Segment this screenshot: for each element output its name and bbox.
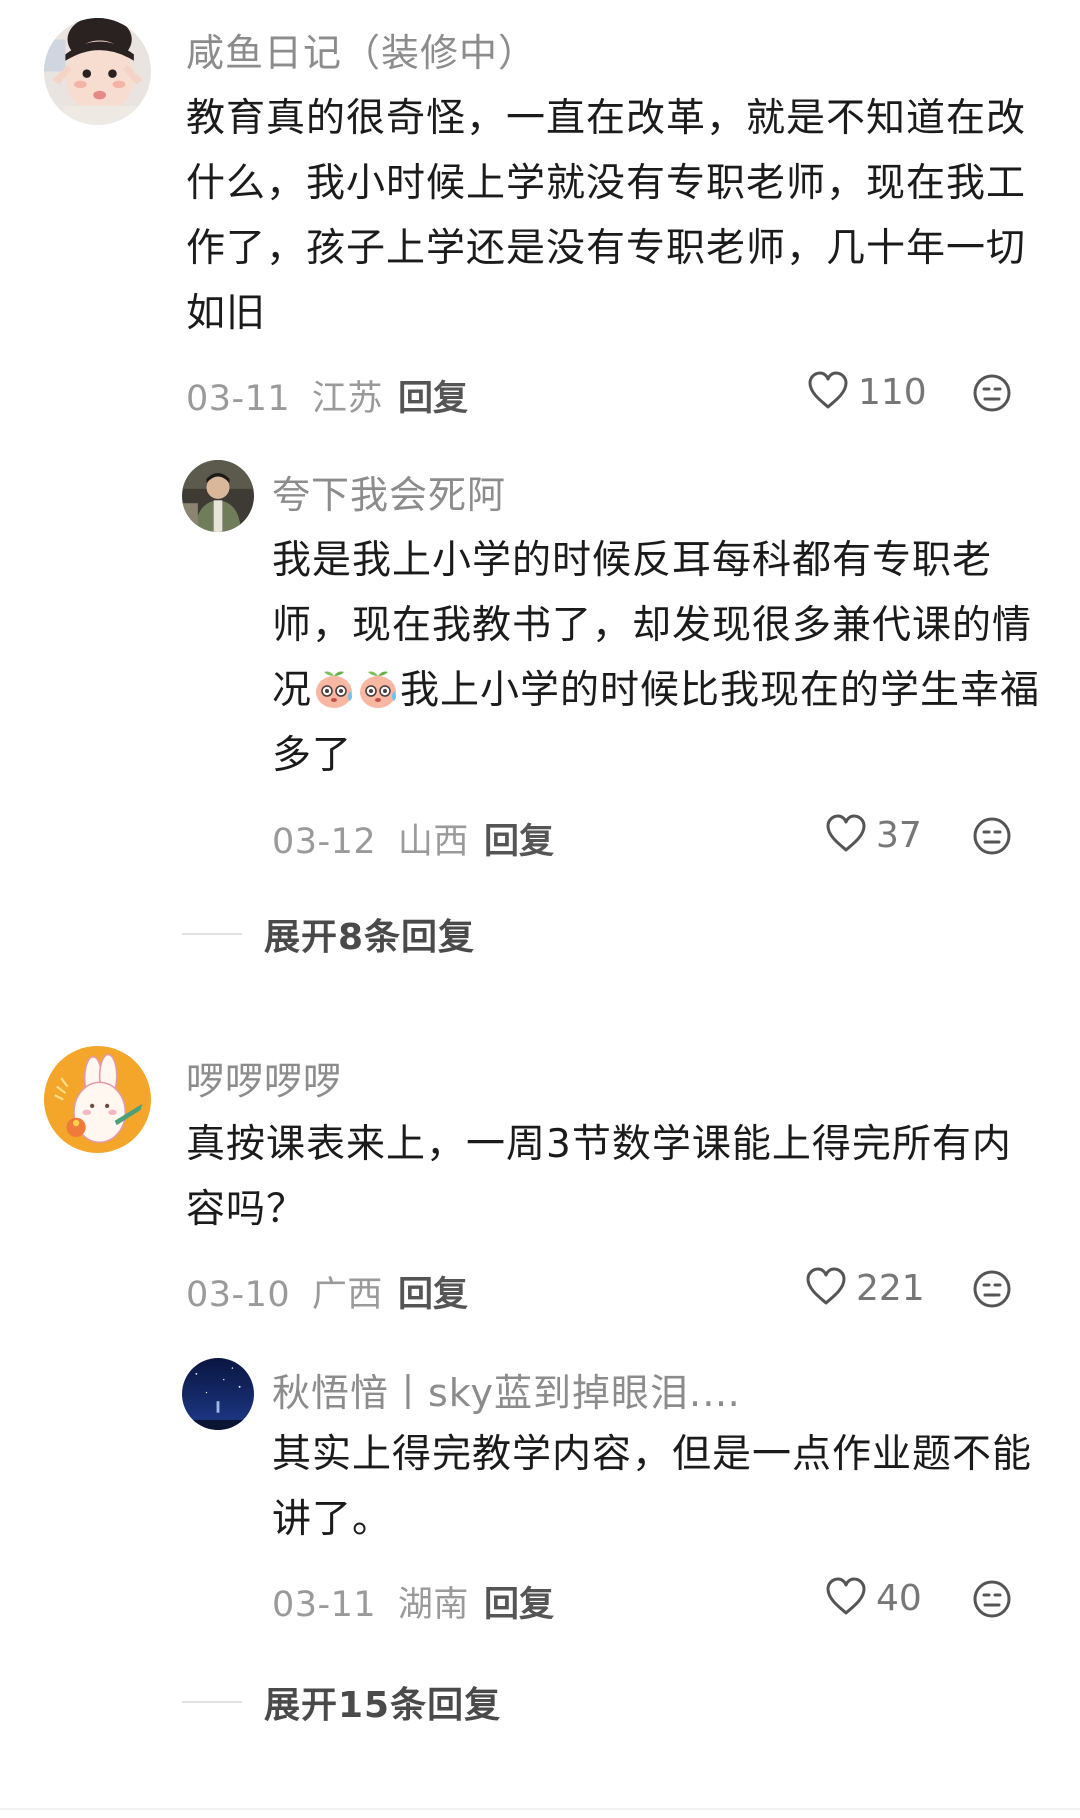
comment-username[interactable]: 咸鱼日记（装修中）	[186, 22, 537, 77]
like-button[interactable]: 37	[824, 813, 922, 857]
emoji-reaction-icon[interactable]	[972, 816, 1012, 856]
comment-text: 真按课表来上，一周3节数学课能上得完所有内容吗？	[186, 1122, 1012, 1232]
like-count: 40	[876, 1577, 922, 1619]
expand-replies-button[interactable]: 展开8条回复	[182, 908, 475, 960]
like-count: 221	[856, 1267, 925, 1309]
comment-date-value: 03-11	[186, 379, 291, 419]
emoji-reaction-icon[interactable]	[972, 1579, 1012, 1619]
reply-button[interactable]: 回复	[484, 813, 554, 864]
heart-icon	[824, 1576, 868, 1620]
reply-date-value: 03-12	[272, 822, 377, 862]
reply-text: 我是我上小学的时候反耳每科都有专职老师，现在我教书了，却发现很多兼代课的情况 我上…	[272, 528, 1042, 788]
heart-icon	[806, 370, 850, 414]
expand-replies-label: 展开15条回复	[264, 1685, 502, 1726]
expand-replies-label: 展开8条回复	[264, 917, 476, 958]
comment-location: 江苏	[311, 379, 383, 419]
reply-location: 湖南	[397, 1585, 469, 1625]
sweating-peach-emoji-icon	[312, 667, 356, 711]
reply-username[interactable]: 夸下我会死阿	[272, 464, 506, 519]
emoji-reaction-icon[interactable]	[972, 1269, 1012, 1309]
like-button[interactable]: 40	[824, 1576, 922, 1620]
heart-icon	[804, 1266, 848, 1310]
night-sky-avatar[interactable]	[182, 1358, 254, 1430]
reply-button[interactable]: 回复	[398, 370, 468, 421]
toddler-photo-avatar[interactable]	[44, 18, 151, 125]
reply-button[interactable]: 回复	[398, 1266, 468, 1317]
reply-location: 山西	[397, 822, 469, 862]
reply-text: 其实上得完教学内容，但是一点作业题不能讲了。	[272, 1432, 1033, 1542]
sweating-peach-emoji-icon	[356, 667, 400, 711]
comment-location: 广西	[311, 1275, 383, 1315]
reply-button[interactable]: 回复	[484, 1576, 554, 1627]
comment-username[interactable]: 啰啰啰啰	[186, 1050, 342, 1105]
like-button[interactable]: 110	[806, 370, 927, 414]
like-button[interactable]: 221	[804, 1266, 925, 1310]
reply-username[interactable]: 秋悟愔丨sky蓝到掉眼泪.…	[272, 1362, 741, 1417]
divider-line	[182, 1701, 242, 1703]
comment-text: 教育真的很奇怪，一直在改革，就是不知道在改什么，我小时候上学就没有专职老师，现在…	[186, 96, 1027, 336]
emoji-reaction-icon[interactable]	[972, 373, 1012, 413]
like-count: 37	[876, 814, 922, 856]
person-photo-avatar[interactable]	[182, 460, 254, 532]
comment-date: 03-10 广西	[186, 1266, 383, 1317]
bunny-cartoon-avatar[interactable]	[44, 1046, 151, 1153]
bottom-divider	[0, 1808, 1080, 1810]
like-count: 110	[858, 371, 927, 413]
reply-date-value: 03-11	[272, 1585, 377, 1625]
expand-replies-button[interactable]: 展开15条回复	[182, 1676, 501, 1728]
divider-line	[182, 933, 242, 935]
comment-date-value: 03-10	[186, 1275, 291, 1315]
comment-date: 03-11 江苏	[186, 370, 383, 421]
reply-date: 03-11 湖南	[272, 1576, 469, 1627]
reply-date: 03-12 山西	[272, 813, 469, 864]
heart-icon	[824, 813, 868, 857]
